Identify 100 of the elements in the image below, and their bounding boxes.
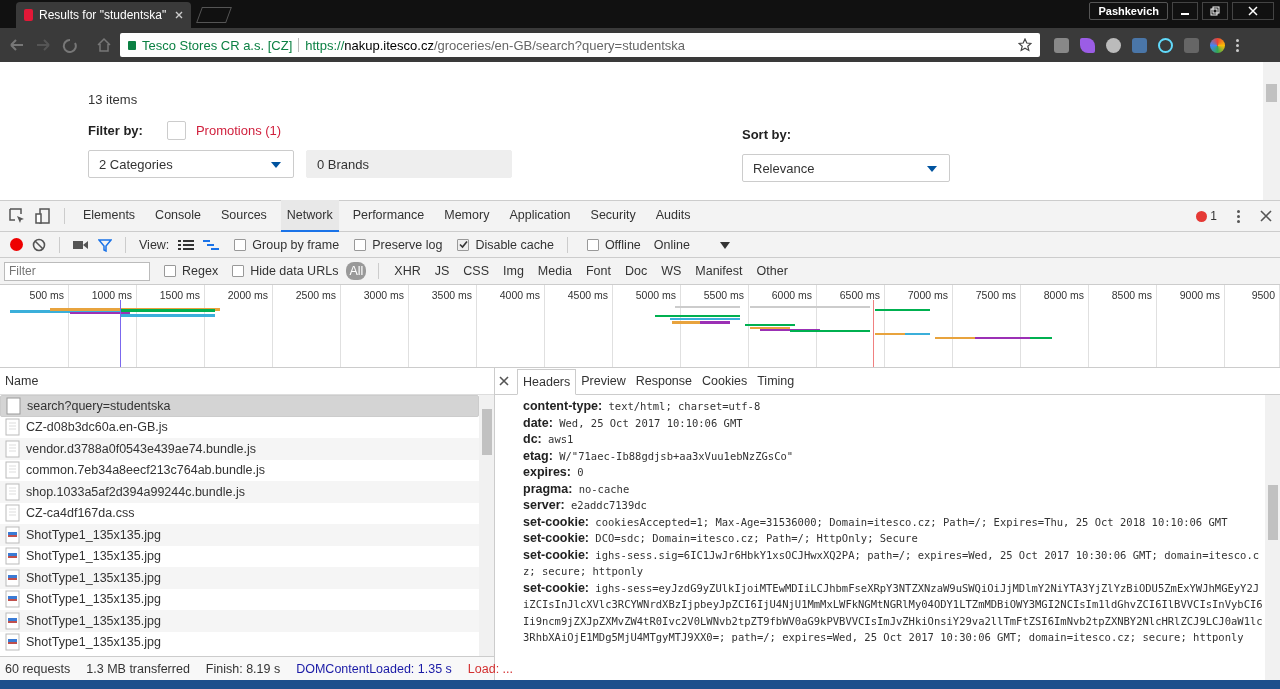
document-icon (6, 396, 22, 415)
image-icon (5, 633, 21, 652)
filter-icon[interactable] (98, 237, 112, 252)
devtools-tab[interactable]: Console (149, 200, 207, 232)
inspect-icon[interactable] (8, 207, 26, 225)
minimize-icon[interactable] (1172, 2, 1198, 20)
extension-icon[interactable] (1210, 37, 1225, 53)
scrollbar[interactable] (1265, 395, 1280, 680)
request-row[interactable]: ShotType1_135x135.jpg (0, 631, 479, 653)
request-row[interactable]: ShotType1_135x135.jpg (0, 524, 479, 546)
request-row[interactable]: vendor.d3788a0f0543e439ae74.bundle.js (0, 438, 479, 460)
request-row[interactable]: ShotType1_135x135.jpg (0, 610, 479, 632)
timeline-overview[interactable]: 500 ms 1000 ms 1500 ms 2000 ms 2500 ms 3000 ms 3500 ms 4000 ms 4500 ms 5000 ms 5500 ms 6000 ms 6500 ms 7000 ms 7500 ms 8000 ms 8500 ms 9000 ms 9500 (0, 285, 1280, 368)
close-icon[interactable] (1232, 2, 1274, 20)
devtools-tab[interactable]: Application (503, 200, 577, 232)
type-filter-button[interactable]: Other (753, 262, 791, 280)
image-icon (5, 525, 21, 544)
request-row[interactable]: CZ-d08b3dc60a.en-GB.js (0, 416, 479, 438)
new-tab-button[interactable] (196, 7, 232, 23)
promotions-checkbox[interactable] (166, 121, 186, 140)
request-row[interactable]: search?query=studentska (0, 395, 479, 417)
type-filter-button[interactable]: WS (658, 262, 685, 280)
devtools-tab[interactable]: Elements (77, 200, 142, 232)
browser-tab[interactable]: Results for "studentska" (16, 2, 191, 28)
close-icon[interactable] (1260, 210, 1272, 222)
detail-tab[interactable]: Response (630, 369, 697, 393)
type-filter-button[interactable]: CSS (460, 262, 492, 280)
type-filter-button[interactable]: Font (582, 262, 614, 280)
header-line: dc: aws1 (523, 431, 575, 448)
request-row[interactable]: common.7eb34a8eecf213c764ab.bundle.js (0, 459, 479, 481)
status-text: 1.3 MB transferred (86, 661, 190, 676)
detail-tab[interactable]: Timing (752, 369, 800, 393)
devtools-tab[interactable]: Performance (346, 200, 431, 232)
devtools-tab[interactable]: Memory (438, 200, 496, 232)
file-icon (5, 504, 21, 523)
camera-icon[interactable] (73, 238, 89, 251)
detail-tab[interactable]: Cookies (697, 369, 753, 393)
time-tick: 3000 ms (341, 285, 409, 367)
request-row[interactable]: ShotType1_135x135.jpg (0, 567, 479, 589)
categories-dropdown[interactable]: 2 Categories (88, 150, 294, 178)
request-row[interactable]: CZ-ca4df167da.css (0, 502, 479, 524)
filter-field[interactable]: Filter (4, 261, 150, 281)
devtools-tab[interactable]: Audits (649, 200, 697, 232)
header-line: pragma: no-cache (523, 480, 631, 497)
status-text: Load: ... (467, 661, 514, 676)
option-checkbox[interactable]: Preserve log (354, 237, 443, 252)
sort-dropdown[interactable]: Relevance (742, 154, 950, 182)
header-line: etag: W/"71aec-Ib88gdjsb+aa3xVuu1ebNzZGsCo" (523, 447, 795, 464)
sort-label: Sort by: (742, 127, 793, 142)
request-row[interactable]: shop.1033a5af2d394a99244c.bundle.js (0, 481, 479, 503)
filter-checkbox[interactable]: Hide data URLs (232, 264, 339, 278)
close-icon[interactable] (499, 376, 509, 386)
time-tick: 3500 ms (409, 285, 477, 367)
time-tick: 4500 ms (545, 285, 613, 367)
request-row[interactable]: ShotType1_135x135.jpg (0, 588, 479, 610)
type-filter-button[interactable]: JS (431, 262, 453, 280)
more-icon[interactable] (1237, 209, 1240, 223)
scrollbar[interactable] (479, 395, 494, 656)
type-filter-button[interactable]: Media (534, 262, 575, 280)
list-view-icon[interactable] (178, 238, 195, 251)
type-filter-button[interactable]: Doc (621, 262, 651, 280)
record-button[interactable] (10, 238, 23, 251)
request-row[interactable]: ShotType1_135x135.jpg (0, 545, 479, 567)
scrollbar[interactable] (1263, 62, 1280, 200)
filter-checkbox[interactable]: Regex (164, 264, 219, 278)
home-icon[interactable] (96, 37, 112, 53)
file-icon (5, 439, 21, 458)
extension-icon[interactable] (1106, 37, 1121, 53)
clear-icon[interactable] (32, 237, 46, 252)
time-tick: 9000 ms (1157, 285, 1225, 367)
devtools-tab[interactable]: Network (280, 200, 339, 232)
restore-icon[interactable] (1202, 2, 1228, 20)
detail-tab[interactable]: Preview (576, 369, 631, 393)
menu-icon[interactable] (1236, 38, 1239, 52)
error-count[interactable]: 1 (1196, 209, 1217, 223)
lock-icon (128, 40, 136, 50)
image-icon (5, 547, 21, 566)
option-checkbox[interactable]: Disable cache (457, 237, 554, 252)
file-icon (5, 482, 21, 501)
device-icon[interactable] (34, 207, 52, 225)
type-filter-button[interactable]: XHR (391, 262, 424, 280)
option-checkbox[interactable]: Group by frame (234, 237, 340, 252)
header-line: content-type: text/html; charset=utf-8 (523, 398, 762, 415)
devtools-tab[interactable]: Security (584, 200, 642, 232)
time-tick: 9500 (1225, 285, 1280, 367)
address-bar[interactable]: Tesco Stores CR a.s. [CZ] https://nakup.itesco.cz/groceries/en-GB/search?query=studentska (120, 33, 1040, 57)
option-checkbox[interactable]: Offline (586, 237, 641, 252)
profile-button[interactable]: Pashkevich (1089, 2, 1168, 20)
header-line: date: Wed, 25 Oct 2017 10:10:06 GMT (523, 414, 744, 431)
file-icon (5, 461, 21, 480)
image-icon (5, 568, 21, 587)
checkmark-icon (458, 240, 468, 249)
waterfall-view-icon[interactable] (203, 238, 220, 251)
type-filter-button[interactable]: Manifest (692, 262, 746, 280)
image-icon (5, 590, 21, 609)
devtools-tab[interactable]: Sources (215, 200, 273, 232)
type-filter-button[interactable]: Img (500, 262, 527, 280)
star-icon[interactable] (1018, 38, 1032, 52)
brands-dropdown[interactable]: 0 Brands (306, 150, 512, 178)
detail-tab[interactable]: Headers (517, 368, 577, 395)
